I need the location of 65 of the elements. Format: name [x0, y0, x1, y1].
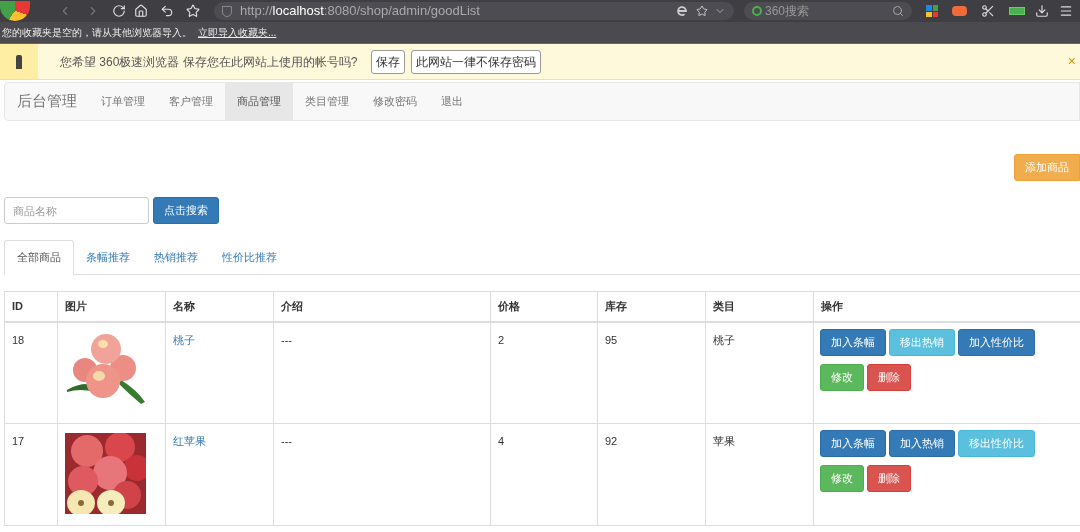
search-button[interactable]: 点击搜索	[153, 197, 219, 224]
never-save-button[interactable]: 此网站一律不保存密码	[411, 49, 542, 74]
nav-item[interactable]: 退出	[429, 83, 475, 120]
save-button[interactable]: 保存	[371, 49, 406, 74]
browser-logo-icon[interactable]	[0, 1, 30, 21]
bookmarks-message: 您的收藏夹是空的，请从其他浏览器导入。	[2, 26, 192, 40]
column-header: 库存	[597, 291, 706, 322]
star-icon[interactable]	[186, 4, 200, 18]
nav-item[interactable]: 订单管理	[89, 83, 157, 120]
tab[interactable]: 条幅推荐	[74, 240, 142, 275]
download-icon[interactable]	[1035, 4, 1049, 18]
column-header: 图片	[57, 291, 166, 322]
tab[interactable]: 热销推荐	[142, 240, 210, 275]
column-header: 操作	[813, 291, 1080, 322]
action-button[interactable]: 修改	[820, 465, 864, 492]
import-bookmarks-link[interactable]: 立即导入收藏夹...	[198, 25, 277, 40]
table-cell: ---	[273, 423, 491, 526]
save-password-message: 您希望 360极速浏览器 保存您在此网站上使用的帐号吗?	[60, 53, 358, 71]
search-icon[interactable]	[892, 5, 904, 17]
action-button[interactable]: 加入性价比	[958, 328, 1035, 356]
table-cell: 4	[490, 423, 598, 526]
action-button[interactable]: 修改	[820, 363, 864, 391]
url-scheme: http://	[240, 2, 273, 21]
apps-icon[interactable]	[926, 5, 938, 17]
product-name-field[interactable]: 商品名称	[4, 197, 149, 224]
table-cell: 桃子	[705, 321, 814, 424]
url-host: localhost	[272, 2, 324, 21]
column-header: 名称	[165, 291, 274, 322]
menu-icon[interactable]	[1059, 4, 1073, 18]
product-name-link[interactable]: 红苹果	[173, 435, 206, 447]
action-button[interactable]: 加入热销	[889, 430, 955, 457]
address-bar[interactable]: http://localhost:8080/shop/admin/goodList	[214, 2, 734, 20]
nav-item[interactable]: 类目管理	[293, 83, 361, 120]
action-button[interactable]: 加入条幅	[820, 430, 886, 457]
action-button[interactable]: 加入条幅	[820, 328, 886, 356]
search-field[interactable]: 360搜索	[744, 2, 912, 20]
scissors-icon[interactable]	[981, 4, 995, 18]
column-header: 介绍	[273, 291, 491, 322]
product-name-link[interactable]: 桃子	[173, 333, 195, 346]
table-cell: 苹果	[705, 423, 814, 526]
action-button[interactable]: 删除	[867, 363, 911, 391]
nav-item[interactable]: 修改密码	[361, 83, 429, 120]
action-button[interactable]: 删除	[867, 465, 911, 492]
reload-icon[interactable]	[112, 4, 126, 18]
nav-item[interactable]: 客户管理	[157, 83, 225, 120]
table-cell: ---	[273, 321, 491, 424]
table-cell: 2	[490, 321, 598, 424]
tab[interactable]: 性价比推荐	[210, 240, 289, 275]
url-path: :8080/shop/admin/goodList	[323, 2, 480, 21]
column-header: ID	[4, 291, 58, 322]
brand-title[interactable]: 后台管理	[5, 83, 89, 120]
home-icon[interactable]	[134, 4, 148, 18]
close-icon[interactable]: ×	[1067, 51, 1076, 72]
search-logo-icon	[752, 6, 762, 16]
table-cell: 92	[597, 423, 706, 526]
column-header: 类目	[705, 291, 814, 322]
column-header: 价格	[490, 291, 598, 322]
table-cell: 18	[4, 321, 58, 424]
star-icon[interactable]	[696, 5, 708, 17]
nav-item[interactable]: 商品管理	[225, 83, 293, 120]
tab[interactable]: 全部商品	[4, 240, 74, 275]
ie-mode-icon[interactable]	[676, 5, 688, 17]
table-cell: 95	[597, 321, 706, 424]
table-cell: 17	[4, 423, 58, 526]
undo-icon[interactable]	[160, 4, 174, 18]
